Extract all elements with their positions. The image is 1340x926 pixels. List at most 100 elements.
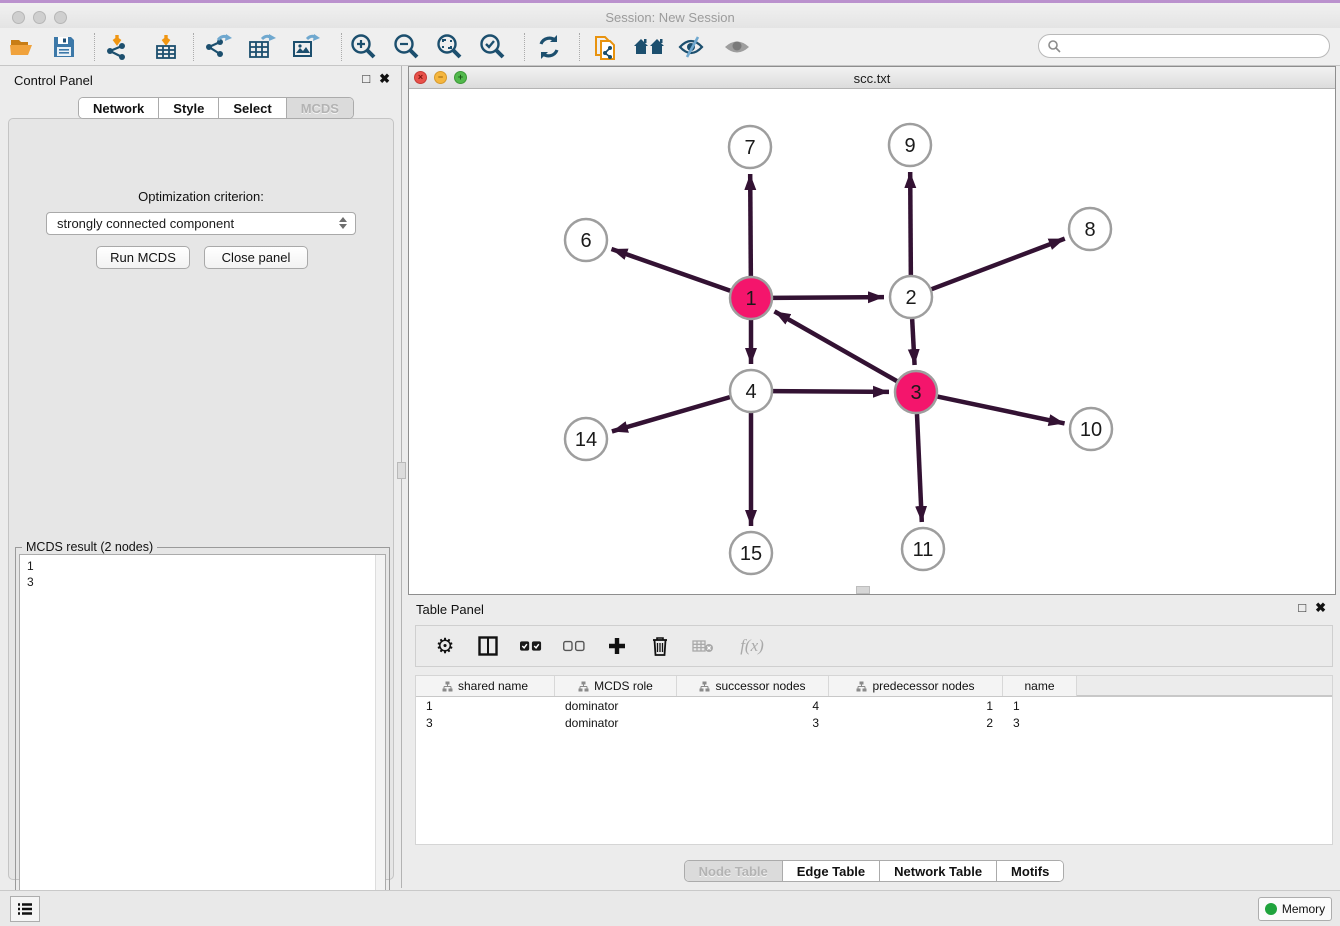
edge-1-7[interactable] — [750, 174, 751, 276]
table-row[interactable]: 1dominator411 — [416, 697, 1332, 714]
graph-node-3[interactable]: 3 — [895, 371, 937, 413]
tab-motifs[interactable]: Motifs — [997, 861, 1063, 881]
optimization-criterion-value: strongly connected component — [57, 216, 234, 231]
graph-node-8[interactable]: 8 — [1069, 208, 1111, 250]
network-graph: 7 9 6 8 1 2 4 3 14 10 15 11 — [409, 89, 1335, 594]
edge-3-1[interactable] — [774, 311, 896, 381]
column-header-predecessor-nodes[interactable]: predecessor nodes — [829, 676, 1003, 696]
table-cell: 4 — [677, 697, 829, 714]
graph-node-11[interactable]: 11 — [902, 528, 944, 570]
delete-table-icon[interactable] — [692, 634, 714, 658]
mcds-result-group: MCDS result (2 nodes) 13 — [15, 547, 390, 926]
column-header-shared-name[interactable]: shared name — [416, 676, 555, 696]
network-canvas[interactable]: 7 9 6 8 1 2 4 3 14 10 15 11 — [409, 89, 1335, 594]
search-input[interactable] — [1065, 37, 1329, 55]
column-header-name[interactable]: name — [1003, 676, 1077, 696]
optimization-criterion-select[interactable]: strongly connected component — [46, 212, 356, 235]
result-scrollbar[interactable] — [375, 555, 385, 922]
split-panel-icon[interactable] — [477, 634, 499, 658]
table-row[interactable]: 3dominator323 — [416, 714, 1332, 731]
graph-node-1[interactable]: 1 — [730, 277, 772, 319]
edge-1-6[interactable] — [611, 249, 730, 291]
export-image-icon[interactable] — [289, 31, 323, 63]
edge-3-10[interactable] — [938, 397, 1065, 424]
zoom-fit-icon[interactable] — [432, 31, 466, 63]
table-cell: 1 — [1003, 697, 1077, 714]
close-panel-button[interactable]: Close panel — [204, 246, 308, 269]
horizontal-splitter-grip[interactable] — [856, 586, 870, 594]
memory-label: Memory — [1282, 902, 1325, 916]
float-panel-icon[interactable]: □ — [362, 72, 370, 85]
tab-select[interactable]: Select — [219, 98, 286, 118]
open-session-icon[interactable] — [5, 31, 39, 63]
node-table[interactable]: shared nameMCDS rolesuccessor nodesprede… — [415, 675, 1333, 845]
edge-4-14[interactable] — [612, 397, 730, 431]
graph-node-9[interactable]: 9 — [889, 124, 931, 166]
graph-node-6[interactable]: 6 — [565, 219, 607, 261]
graph-node-7[interactable]: 7 — [729, 126, 771, 168]
zoom-out-icon[interactable] — [389, 31, 423, 63]
hide-panels-eye-icon[interactable] — [675, 31, 709, 63]
node-label: 1 — [745, 288, 756, 310]
network-title: scc.txt — [409, 71, 1335, 86]
zoom-selected-icon[interactable] — [475, 31, 509, 63]
search-field[interactable] — [1038, 34, 1330, 58]
edge-4-3[interactable] — [773, 391, 889, 392]
table-cell: 1 — [416, 697, 555, 714]
export-network-icon[interactable] — [201, 31, 235, 63]
vertical-splitter-grip[interactable] — [397, 462, 406, 479]
graph-node-10[interactable]: 10 — [1070, 408, 1112, 450]
table-panel-tabs: Node TableEdge TableNetwork TableMotifs — [684, 860, 1065, 882]
float-table-panel-icon[interactable]: □ — [1298, 601, 1306, 614]
node-label: 6 — [580, 230, 591, 252]
select-all-columns-icon[interactable] — [520, 634, 542, 658]
zoom-in-icon[interactable] — [346, 31, 380, 63]
tab-network[interactable]: Network — [79, 98, 159, 118]
add-column-icon[interactable] — [606, 634, 628, 658]
edge-2-8[interactable] — [932, 239, 1065, 290]
save-session-icon[interactable] — [47, 31, 81, 63]
graph-node-2[interactable]: 2 — [890, 276, 932, 318]
toolbar-separator — [579, 33, 580, 61]
node-label: 15 — [740, 543, 762, 565]
network-window-titlebar[interactable]: × − + scc.txt — [409, 67, 1335, 89]
graph-node-4[interactable]: 4 — [730, 370, 772, 412]
function-builder-icon[interactable]: f(x) — [735, 634, 769, 658]
tab-network-table[interactable]: Network Table — [880, 861, 997, 881]
status-bar: Memory — [0, 890, 1340, 926]
mcds-result-line: 3 — [27, 574, 385, 590]
node-label: 14 — [575, 429, 597, 451]
task-history-button[interactable] — [10, 896, 40, 922]
edge-3-11[interactable] — [917, 414, 922, 522]
column-header-successor-nodes[interactable]: successor nodes — [677, 676, 829, 696]
home-icon[interactable] — [632, 31, 666, 63]
deselect-all-columns-icon[interactable] — [563, 634, 585, 658]
edge-2-3[interactable] — [912, 319, 914, 365]
export-table-icon[interactable] — [245, 31, 279, 63]
tab-edge-table[interactable]: Edge Table — [783, 861, 880, 881]
graph-node-15[interactable]: 15 — [730, 532, 772, 574]
tab-style[interactable]: Style — [159, 98, 219, 118]
tab-node-table[interactable]: Node Table — [685, 861, 783, 881]
edge-1-2[interactable] — [773, 297, 884, 298]
duplicate-network-icon[interactable] — [588, 31, 622, 63]
delete-column-icon[interactable] — [649, 634, 671, 658]
show-panels-eye-icon[interactable] — [720, 31, 754, 63]
graph-node-14[interactable]: 14 — [565, 418, 607, 460]
edge-2-9[interactable] — [910, 172, 911, 275]
tab-mcds[interactable]: MCDS — [287, 98, 353, 118]
table-cell: 1 — [829, 697, 1003, 714]
close-panel-icon[interactable]: ✖ — [379, 72, 390, 85]
mcds-result-text[interactable]: 13 — [19, 554, 386, 923]
column-type-icon — [442, 681, 453, 692]
import-network-icon[interactable] — [101, 31, 135, 63]
import-table-icon[interactable] — [149, 31, 183, 63]
column-header-MCDS-role[interactable]: MCDS role — [555, 676, 677, 696]
memory-button[interactable]: Memory — [1258, 897, 1332, 921]
app-titlebar: Session: New Session — [0, 0, 1340, 28]
run-mcds-button[interactable]: Run MCDS — [96, 246, 190, 269]
refresh-icon[interactable] — [532, 31, 566, 63]
node-label: 9 — [904, 135, 915, 157]
settings-gear-icon[interactable]: ⚙ — [434, 634, 456, 658]
close-table-panel-icon[interactable]: ✖ — [1315, 601, 1326, 614]
